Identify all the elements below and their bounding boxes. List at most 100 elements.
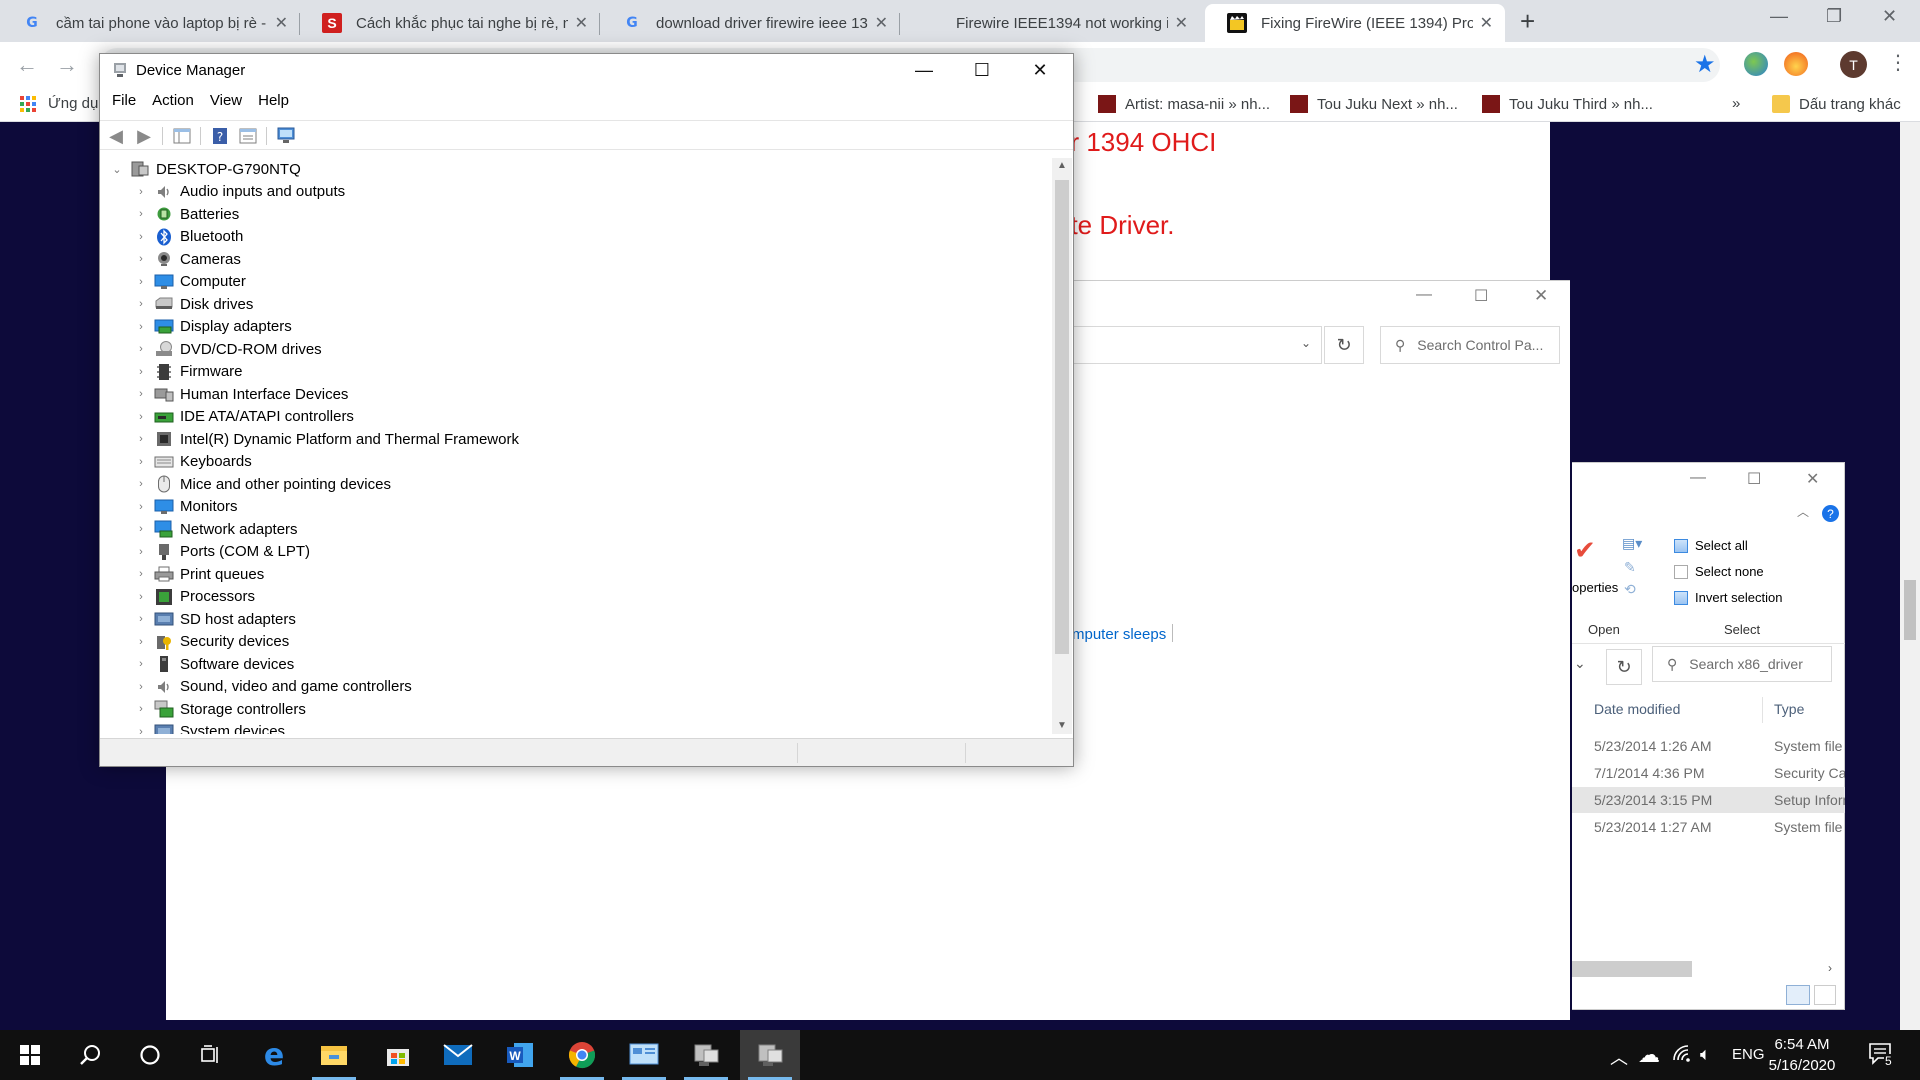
chrome-menu-icon[interactable]: ⋮ [1888,50,1908,75]
extension-flame-icon[interactable] [1784,52,1808,76]
tree-item-category[interactable]: › Keyboards [134,451,252,473]
tree-item-category[interactable]: › System devices [134,721,285,735]
show-hidden-icons-chevron-icon[interactable]: ︿ [1610,1044,1628,1070]
maximize-icon[interactable]: ☐ [1747,469,1761,489]
expand-chevron-icon[interactable]: › [134,253,148,265]
dm-vertical-scrollbar[interactable]: ▲ ▼ [1052,158,1072,734]
expand-chevron-icon[interactable]: › [134,208,148,220]
chevron-down-icon[interactable]: ⌄ [1574,655,1586,672]
browser-tab[interactable]: S Cách khắc phục tai nghe bị rè, nh ✕ [300,4,600,42]
expand-chevron-icon[interactable]: › [134,613,148,625]
maximize-icon[interactable]: ☐ [1474,286,1488,306]
menu-file[interactable]: File [112,92,136,114]
cortana-button[interactable] [120,1030,180,1080]
taskbar-file-explorer[interactable] [304,1030,364,1080]
expand-chevron-icon[interactable]: › [134,186,148,198]
file-row-selected[interactable]: 5/23/2014 3:15 PM Setup Information [1572,787,1845,813]
expand-chevron-icon[interactable]: › [134,321,148,333]
tree-item-category[interactable]: › Intel(R) Dynamic Platform and Thermal F… [134,428,519,450]
expand-chevron-icon[interactable]: › [134,433,148,445]
expand-chevron-icon[interactable]: › [134,456,148,468]
help-icon[interactable]: ? [1822,505,1839,522]
new-tab-button[interactable]: + [1520,6,1535,37]
help-book-icon[interactable]: ? [210,126,230,146]
cp-search-box[interactable]: ⚲ Search Control Pa... [1380,326,1560,364]
close-icon[interactable]: ✕ [1534,286,1548,306]
expand-chevron-icon[interactable]: › [134,366,148,378]
scroll-up-icon[interactable]: ▲ [1052,160,1072,171]
column-date-modified[interactable]: Date modified [1594,701,1680,717]
close-tab-icon[interactable]: ✕ [875,13,888,33]
minimize-icon[interactable]: — [1690,469,1706,487]
tree-item-category[interactable]: › Sound, video and game controllers [134,676,412,698]
taskbar-chrome[interactable] [552,1030,612,1080]
expand-chevron-icon[interactable]: › [134,276,148,288]
other-bookmarks[interactable]: Dấu trang khác [1772,95,1901,113]
refresh-button[interactable]: ↻ [1324,326,1364,364]
cp-sleep-link[interactable]: mputer sleeps [1072,626,1166,643]
tree-item-category[interactable]: › Computer [134,271,246,293]
file-row[interactable]: 5/23/2014 1:27 AM System file [1572,814,1845,840]
minimize-icon[interactable]: — [896,54,952,86]
expand-chevron-icon[interactable]: › [134,591,148,603]
bookmark-item[interactable]: Tou Juku Third » nh... [1482,95,1653,113]
cp-address-bar[interactable]: ⌄ [1070,326,1322,364]
bookmark-item[interactable]: Artist: masa-nii » nh... [1098,95,1270,113]
expand-chevron-icon[interactable]: › [134,568,148,580]
taskbar-clock[interactable]: 6:54 AM 5/16/2020 [1752,1034,1852,1076]
tree-item-category[interactable]: › Processors [134,586,255,608]
back-icon[interactable]: ← [16,52,38,78]
minimize-icon[interactable]: — [1416,286,1432,304]
details-view-icon[interactable] [1786,985,1810,1005]
taskbar-device-manager[interactable] [676,1030,736,1080]
invert-selection-button[interactable]: Invert selection [1674,590,1782,605]
expand-chevron-icon[interactable]: › [134,501,148,513]
expand-chevron-icon[interactable]: › [134,636,148,648]
dm-scroll-thumb[interactable] [1055,180,1069,654]
expand-chevron-icon[interactable]: › [134,523,148,535]
maximize-icon[interactable]: ☐ [954,54,1010,86]
expand-chevron-icon[interactable]: › [134,478,148,490]
properties-button[interactable]: operties [1572,580,1618,595]
tree-item-category[interactable]: › Print queues [134,563,264,585]
expand-chevron-icon[interactable]: › [134,658,148,670]
taskbar-device-manager-active[interactable] [740,1030,800,1080]
expand-chevron-icon[interactable]: › [134,388,148,400]
show-hide-console-tree-icon[interactable] [172,126,192,146]
close-icon[interactable]: ✕ [1806,469,1819,489]
taskbar-store[interactable] [368,1030,428,1080]
tree-item-category[interactable]: › Firmware [134,361,242,383]
menu-help[interactable]: Help [258,92,289,114]
expand-chevron-icon[interactable]: › [134,298,148,310]
wifi-icon[interactable] [1672,1044,1692,1067]
tree-item-category[interactable]: › IDE ATA/ATAPI controllers [134,406,354,428]
open-with-icon[interactable]: ▤▾ [1622,535,1642,552]
tree-root-computer[interactable]: ⌄ DESKTOP-G790NTQ [110,158,300,180]
browser-tab[interactable]: Firewire IEEE1394 not working in ✕ [900,4,1200,42]
file-row[interactable]: 7/1/2014 4:36 PM Security Catalog [1572,760,1845,786]
page-scrollbar[interactable] [1900,122,1920,1030]
horizontal-scroll-thumb[interactable] [1572,961,1692,977]
chevron-down-icon[interactable]: ⌄ [1301,336,1311,350]
tree-item-category[interactable]: › Audio inputs and outputs [134,181,345,203]
onedrive-cloud-icon[interactable]: ☁ [1638,1042,1660,1068]
browser-tab[interactable]: G download driver firewire ieee 139 ✕ [600,4,900,42]
tree-item-category[interactable]: › Monitors [134,496,237,518]
tree-item-category[interactable]: › Security devices [134,631,289,653]
close-icon[interactable]: ✕ [1012,54,1068,86]
task-view-button[interactable] [180,1030,240,1080]
taskbar-edge[interactable]: e [244,1030,304,1080]
browser-tab-active[interactable]: Fixing FireWire (IEEE 1394) Proble ✕ [1205,4,1505,42]
taskbar-mail[interactable] [428,1030,488,1080]
expand-chevron-icon[interactable]: › [134,681,148,693]
forward-arrow-icon[interactable]: ▶ [134,126,154,146]
expand-chevron-icon[interactable]: › [134,411,148,423]
select-all-button[interactable]: Select all [1674,538,1748,553]
dm-titlebar[interactable]: Device Manager — ☐ ✕ [100,54,1073,86]
back-arrow-icon[interactable]: ◀ [106,126,126,146]
taskbar-word[interactable]: W [490,1030,550,1080]
volume-icon[interactable]: 🔈︎ [1700,1044,1711,1065]
forward-icon[interactable]: → [56,52,78,78]
expand-chevron-icon[interactable]: › [134,231,148,243]
expand-chevron-icon[interactable]: › [134,726,148,735]
